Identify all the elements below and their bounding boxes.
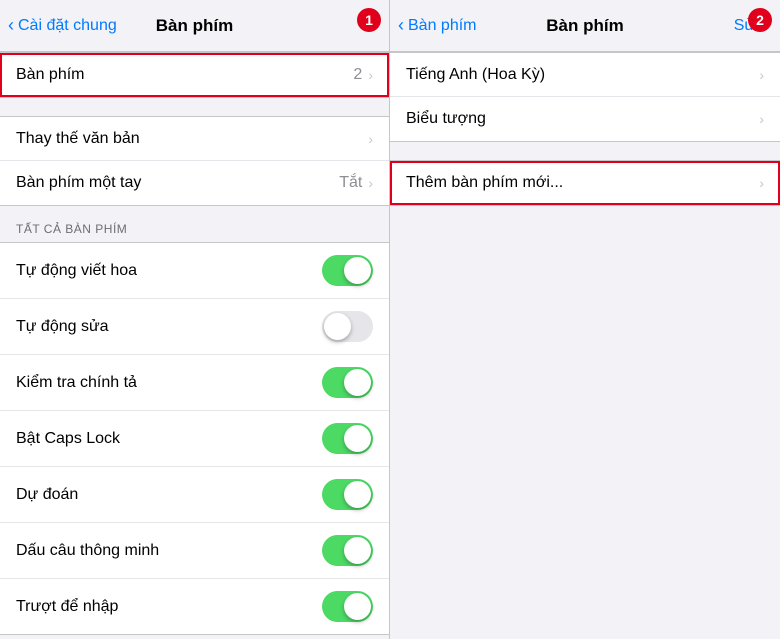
left-nav-title: Bàn phím — [156, 16, 233, 36]
keyboard-row-value: 2 — [353, 66, 362, 84]
all-keyboards-label: TẤT CẢ BÀN PHÍM — [0, 206, 389, 242]
left-panel: ‹ Cài đặt chung Bàn phím 1 Bàn phím 2 › … — [0, 0, 390, 639]
right-keyboards-group: Tiếng Anh (Hoa Kỳ) › Biểu tượng › — [390, 52, 780, 142]
toggle-switch-0[interactable] — [322, 255, 373, 286]
right-nav-title: Bàn phím — [546, 16, 623, 36]
one-hand-value: Tắt — [339, 174, 362, 192]
left-back-label: Cài đặt chung — [18, 17, 117, 35]
right-back-chevron: ‹ — [398, 15, 404, 36]
add-keyboard-row[interactable]: Thêm bàn phím mới... › — [390, 161, 780, 205]
right-back-button[interactable]: ‹ Bàn phím — [398, 15, 476, 36]
one-hand-chevron: › — [368, 175, 373, 191]
replace-text-label: Thay thế văn bản — [16, 130, 368, 148]
right-spacer-1 — [390, 142, 780, 160]
toggle-switch-6[interactable] — [322, 591, 373, 622]
add-keyboard-chevron: › — [759, 175, 764, 191]
right-item-chevron-0: › — [759, 67, 764, 83]
right-item-label-1: Biểu tượng — [406, 110, 759, 128]
right-item-label-0: Tiếng Anh (Hoa Kỳ) — [406, 66, 759, 84]
toggle-item-2[interactable]: Kiểm tra chính tả — [0, 355, 389, 411]
right-item-0[interactable]: Tiếng Anh (Hoa Kỳ) › — [390, 53, 780, 97]
replace-text-row[interactable]: Thay thế văn bản › — [0, 117, 389, 161]
toggle-item-5[interactable]: Dấu câu thông minh — [0, 523, 389, 579]
annotation-badge-1: 1 — [357, 8, 381, 32]
right-nav-bar: ‹ Bàn phím Bàn phím Sửa 2 — [390, 0, 780, 52]
toggle-switch-4[interactable] — [322, 479, 373, 510]
spacer-1 — [0, 98, 389, 116]
left-back-chevron: ‹ — [8, 15, 14, 36]
toggles-group: Tự động viết hoa Tự động sửa Kiểm tra ch… — [0, 242, 389, 635]
toggle-switch-3[interactable] — [322, 423, 373, 454]
toggle-item-3[interactable]: Bật Caps Lock — [0, 411, 389, 467]
toggle-label-6: Trượt để nhập — [16, 598, 322, 616]
one-hand-row[interactable]: Bàn phím một tay Tắt › — [0, 161, 389, 205]
toggle-item-0[interactable]: Tự động viết hoa — [0, 243, 389, 299]
left-nav-bar: ‹ Cài đặt chung Bàn phím 1 — [0, 0, 389, 52]
toggle-label-5: Dấu câu thông minh — [16, 542, 322, 560]
toggle-item-1[interactable]: Tự động sửa — [0, 299, 389, 355]
replace-text-chevron: › — [368, 131, 373, 147]
add-keyboard-group: Thêm bàn phím mới... › — [390, 160, 780, 206]
right-item-1[interactable]: Biểu tượng › — [390, 97, 780, 141]
keyboard-row-chevron: › — [368, 67, 373, 83]
toggle-label-4: Dự đoán — [16, 486, 322, 504]
keyboard-row[interactable]: Bàn phím 2 › — [0, 53, 389, 97]
right-back-label: Bàn phím — [408, 17, 476, 35]
toggle-switch-5[interactable] — [322, 535, 373, 566]
right-panel: ‹ Bàn phím Bàn phím Sửa 2 Tiếng Anh (Hoa… — [390, 0, 780, 639]
toggle-item-6[interactable]: Trượt để nhập — [0, 579, 389, 634]
toggle-item-4[interactable]: Dự đoán — [0, 467, 389, 523]
annotation-badge-2: 2 — [748, 8, 772, 32]
toggle-label-0: Tự động viết hoa — [16, 262, 322, 280]
add-keyboard-label: Thêm bàn phím mới... — [406, 174, 759, 192]
one-hand-label: Bàn phím một tay — [16, 174, 339, 192]
right-item-chevron-1: › — [759, 111, 764, 127]
toggle-label-2: Kiểm tra chính tả — [16, 374, 322, 392]
toggle-label-1: Tự động sửa — [16, 318, 322, 336]
toggle-label-3: Bật Caps Lock — [16, 430, 322, 448]
group-text-options: Thay thế văn bản › Bàn phím một tay Tắt … — [0, 116, 389, 206]
toggle-switch-2[interactable] — [322, 367, 373, 398]
toggle-switch-1[interactable] — [322, 311, 373, 342]
keyboard-row-label: Bàn phím — [16, 66, 353, 84]
left-back-button[interactable]: ‹ Cài đặt chung — [8, 15, 117, 36]
